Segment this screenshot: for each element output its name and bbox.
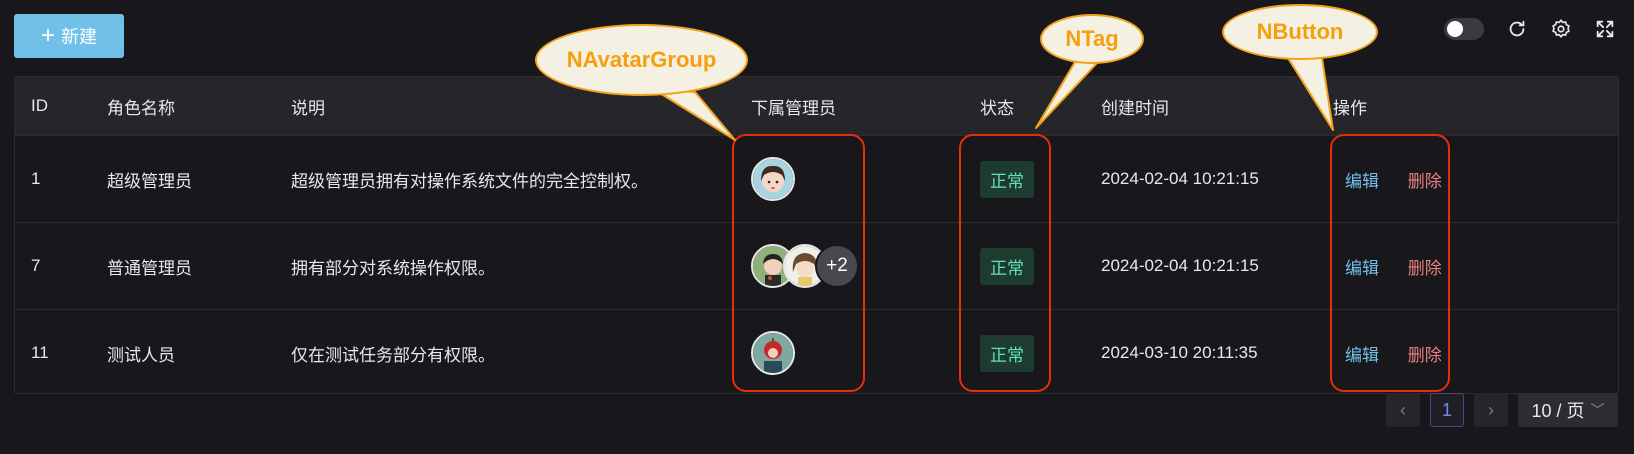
callout-tails — [654, 57, 1334, 141]
callout-navatargroup-label: NAvatarGroup — [566, 47, 717, 72]
callout-navatargroup: NAvatarGroup — [535, 24, 748, 96]
callout-nbutton: NButton — [1222, 4, 1378, 60]
callout-nbutton-label: NButton — [1256, 19, 1344, 44]
callout-ntag: NTag — [1040, 14, 1144, 64]
callout-ntag-label: NTag — [1065, 26, 1119, 51]
